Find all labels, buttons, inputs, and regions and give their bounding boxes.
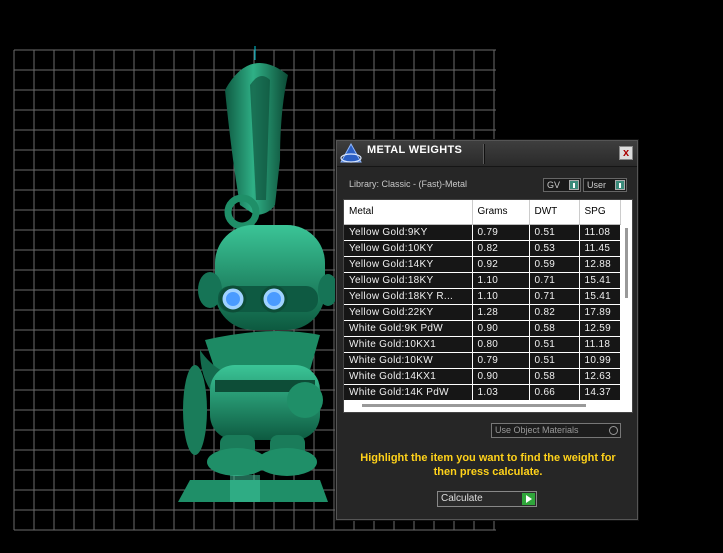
cell-dwt: 0.66 xyxy=(529,384,580,401)
cell-grams: 1.10 xyxy=(472,288,530,305)
column-header-grams[interactable]: Grams xyxy=(472,200,530,225)
table-row[interactable]: Yellow Gold:9KY 0.79 0.51 11.08 xyxy=(344,224,621,241)
cell-metal: White Gold:14K PdW xyxy=(344,384,473,401)
cell-spg: 17.89 xyxy=(579,304,621,321)
cell-dwt: 0.51 xyxy=(529,224,580,241)
cell-grams: 0.90 xyxy=(472,320,530,337)
cell-grams: 0.79 xyxy=(472,224,530,241)
cell-dwt: 0.58 xyxy=(529,320,580,337)
user-select-toggle-icon xyxy=(615,180,625,190)
titlebar-divider xyxy=(483,144,485,164)
metal-table[interactable]: Metal Grams DWT SPG Yellow Gold:9KY 0.79 0… xyxy=(343,199,633,413)
cell-grams: 1.28 xyxy=(472,304,530,321)
table-row[interactable]: Yellow Gold:10KY 0.82 0.53 11.45 xyxy=(344,240,621,257)
table-vertical-scrollbar[interactable] xyxy=(625,228,628,298)
cell-metal: White Gold:10KX1 xyxy=(344,336,473,353)
cell-metal: Yellow Gold:18KY R... xyxy=(344,288,473,305)
cell-metal: Yellow Gold:22KY xyxy=(344,304,473,321)
calculate-label: Calculate xyxy=(441,493,483,504)
gv-select[interactable]: GV xyxy=(543,178,581,192)
cell-dwt: 0.51 xyxy=(529,352,580,369)
column-header-spg[interactable]: SPG xyxy=(579,200,621,225)
close-button[interactable]: x xyxy=(619,146,633,160)
cell-grams: 0.79 xyxy=(472,352,530,369)
cell-metal: Yellow Gold:18KY xyxy=(344,272,473,289)
user-select-value: User xyxy=(587,180,607,190)
cell-dwt: 0.51 xyxy=(529,336,580,353)
robot-pendant-model[interactable] xyxy=(170,50,340,510)
dialog-title: METAL WEIGHTS xyxy=(367,144,463,156)
table-row[interactable]: Yellow Gold:14KY 0.92 0.59 12.88 xyxy=(344,256,621,273)
cell-grams: 0.82 xyxy=(472,240,530,257)
use-object-materials-select[interactable]: Use Object Materials xyxy=(491,423,621,438)
cell-spg: 11.08 xyxy=(579,224,621,241)
metal-weights-dialog: METAL WEIGHTS x Library: Classic - (Fast… xyxy=(336,140,638,520)
cell-spg: 10.99 xyxy=(579,352,621,369)
cell-dwt: 0.53 xyxy=(529,240,580,257)
cell-grams: 0.80 xyxy=(472,336,530,353)
cell-metal: Yellow Gold:10KY xyxy=(344,240,473,257)
table-row[interactable]: Yellow Gold:22KY 1.28 0.82 17.89 xyxy=(344,304,621,321)
dialog-titlebar[interactable]: METAL WEIGHTS x xyxy=(337,141,637,167)
cell-metal: White Gold:9K PdW xyxy=(344,320,473,337)
cell-spg: 11.45 xyxy=(579,240,621,257)
cell-dwt: 0.82 xyxy=(529,304,580,321)
play-icon xyxy=(522,493,535,505)
cell-grams: 1.10 xyxy=(472,272,530,289)
table-header-row: Metal Grams DWT SPG xyxy=(344,200,621,225)
matrix-app-icon xyxy=(340,143,362,163)
cell-spg: 14.37 xyxy=(579,384,621,401)
cell-metal: Yellow Gold:9KY xyxy=(344,224,473,241)
column-header-dwt[interactable]: DWT xyxy=(529,200,580,225)
user-select[interactable]: User xyxy=(583,178,627,192)
calculate-button[interactable]: Calculate xyxy=(437,491,537,507)
cell-dwt: 0.58 xyxy=(529,368,580,385)
cell-dwt: 0.71 xyxy=(529,272,580,289)
table-row[interactable]: White Gold:14K PdW 1.03 0.66 14.37 xyxy=(344,384,621,401)
table-row[interactable]: Yellow Gold:18KY R... 1.10 0.71 15.41 xyxy=(344,288,621,305)
instruction-text: Highlight the item you want to find the … xyxy=(360,452,616,478)
cell-grams: 0.92 xyxy=(472,256,530,273)
table-row[interactable]: Yellow Gold:18KY 1.10 0.71 15.41 xyxy=(344,272,621,289)
cell-spg: 11.18 xyxy=(579,336,621,353)
cell-dwt: 0.71 xyxy=(529,288,580,305)
cell-metal: White Gold:14KX1 xyxy=(344,368,473,385)
cell-spg: 12.88 xyxy=(579,256,621,273)
cell-metal: White Gold:10KW xyxy=(344,352,473,369)
table-row[interactable]: White Gold:10KW 0.79 0.51 10.99 xyxy=(344,352,621,369)
use-object-materials-label: Use Object Materials xyxy=(495,425,579,435)
cell-spg: 12.63 xyxy=(579,368,621,385)
gv-select-toggle-icon xyxy=(569,180,579,190)
table-row[interactable]: White Gold:10KX1 0.80 0.51 11.18 xyxy=(344,336,621,353)
cell-grams: 1.03 xyxy=(472,384,530,401)
library-label: Library: Classic - (Fast)-Metal xyxy=(349,179,468,189)
cell-spg: 15.41 xyxy=(579,288,621,305)
table-row[interactable]: White Gold:14KX1 0.90 0.58 12.63 xyxy=(344,368,621,385)
cell-dwt: 0.59 xyxy=(529,256,580,273)
table-row[interactable]: White Gold:9K PdW 0.90 0.58 12.59 xyxy=(344,320,621,337)
cell-spg: 12.59 xyxy=(579,320,621,337)
column-header-metal[interactable]: Metal xyxy=(344,200,473,225)
table-horizontal-scrollbar[interactable] xyxy=(362,404,586,407)
dropdown-circle-icon xyxy=(609,426,618,435)
cell-metal: Yellow Gold:14KY xyxy=(344,256,473,273)
cell-grams: 0.90 xyxy=(472,368,530,385)
gv-select-value: GV xyxy=(547,180,561,190)
cell-spg: 15.41 xyxy=(579,272,621,289)
